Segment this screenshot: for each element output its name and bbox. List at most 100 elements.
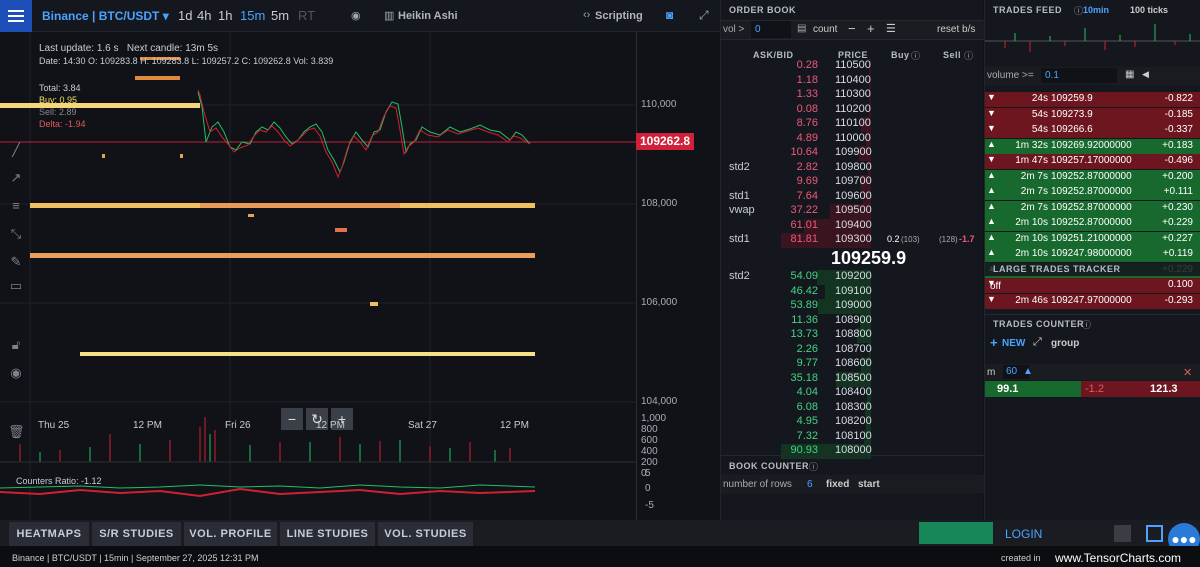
- bid-row[interactable]: 53.89 109000: [721, 299, 984, 314]
- ruler-icon[interactable]: ▭: [8, 278, 24, 294]
- bars-icon: ▤: [797, 23, 807, 34]
- chart-canvas: [0, 32, 636, 520]
- rows-input[interactable]: 6: [807, 479, 813, 490]
- trade-qty: +0.229: [1162, 217, 1193, 228]
- trash-icon[interactable]: 🗑︎: [8, 424, 25, 440]
- eye-icon[interactable]: ◉: [351, 9, 361, 22]
- tab-vol-profile[interactable]: VOL. PROFILE: [184, 522, 277, 546]
- bid-row[interactable]: 4.04 108400: [721, 386, 984, 401]
- ask-row[interactable]: 4.89 110000: [721, 131, 984, 147]
- ask-price: 110000: [835, 131, 871, 144]
- bid-row[interactable]: 11.36 108900: [721, 313, 984, 329]
- ask-row[interactable]: 8.76 110100: [721, 117, 984, 132]
- ask-row[interactable]: std2 2.82 109800: [721, 160, 984, 176]
- trade-row: ▼ 1m 47s 109257.17000000 -0.496: [985, 154, 1200, 169]
- ask-row[interactable]: 61.01 109400: [721, 218, 984, 234]
- menu-icon[interactable]: [0, 0, 32, 32]
- bid-row[interactable]: 2.26 108700: [721, 342, 984, 358]
- bid-row[interactable]: 4.95 108200: [721, 415, 984, 430]
- ask-price: 109700: [835, 175, 872, 187]
- bid-row[interactable]: 13.73 108800: [721, 328, 984, 343]
- ask-row[interactable]: vwap 37.22 109500: [721, 204, 984, 219]
- trade-price: 109257.17000000: [1051, 155, 1132, 166]
- tab-100ticks[interactable]: 100 ticks: [1130, 5, 1168, 15]
- ask-row[interactable]: 1.33 110300: [721, 88, 984, 103]
- arrow-down-icon: ▼: [987, 294, 996, 304]
- bid-row[interactable]: 46.42 109100: [721, 284, 984, 300]
- trade-qty: +0.111: [1163, 186, 1193, 197]
- bid-row[interactable]: 35.18 108500: [721, 371, 984, 387]
- ask-row[interactable]: 0.28 110500: [721, 59, 984, 74]
- eye-icon[interactable]: ◉: [8, 365, 24, 381]
- symbol-selector[interactable]: Binance | BTC/USDT ▾: [42, 9, 169, 23]
- count-toggle[interactable]: count: [813, 24, 837, 35]
- tab-line-studies[interactable]: LINE STUDIES: [280, 522, 375, 546]
- lock-icon[interactable]: 🔓︎: [8, 337, 24, 353]
- reset-bs-button[interactable]: reset b/s: [937, 24, 975, 35]
- price-axis[interactable]: 110,000 108,000 106,000 104,000 1,000 80…: [636, 32, 720, 520]
- bid-price: 108100: [835, 429, 872, 442]
- ask-row[interactable]: 1.18 110400: [721, 73, 984, 89]
- large-trades-off[interactable]: off: [990, 281, 1001, 292]
- timeframe-1d[interactable]: 1d: [178, 8, 192, 23]
- bid-row[interactable]: 9.77 108600: [721, 357, 984, 372]
- theme-toggle[interactable]: [1114, 525, 1131, 542]
- group-toggle[interactable]: group: [1051, 338, 1079, 349]
- price-chart[interactable]: Last update: 1.6 s Next candle: 13m 5s D…: [0, 32, 636, 520]
- scripting-button[interactable]: Scripting: [595, 10, 643, 22]
- ask-row[interactable]: 0.08 110200: [721, 102, 984, 118]
- timeframe-15m[interactable]: 15m: [240, 8, 265, 23]
- close-icon[interactable]: ✕: [1183, 366, 1192, 379]
- volume-filter-input[interactable]: 0.1: [1041, 68, 1117, 83]
- fixed-toggle[interactable]: fixed: [826, 479, 849, 490]
- caret-left-icon[interactable]: ◀: [1142, 69, 1149, 80]
- ask-row[interactable]: 10.64 109900: [721, 146, 984, 161]
- bid-qty: 46.42: [790, 284, 818, 297]
- minus-icon[interactable]: −: [848, 21, 856, 36]
- timeframe-5m[interactable]: 5m: [271, 8, 289, 23]
- zoom-out-button[interactable]: −: [281, 408, 303, 430]
- camera-icon[interactable]: ◙: [666, 8, 673, 22]
- tab-vol-studies[interactable]: VOL. STUDIES: [378, 522, 473, 546]
- info-icon: ⓘ: [1074, 6, 1084, 16]
- fib-tool-icon[interactable]: ⤡: [8, 226, 24, 242]
- register-button[interactable]: [919, 522, 993, 544]
- hlines-tool-icon[interactable]: ≡: [8, 198, 24, 214]
- expand-icon[interactable]: ⤢: [1033, 336, 1042, 349]
- line-tool-icon[interactable]: ╱: [8, 142, 24, 158]
- trade-row: ▲ 2m 10s 109247.98000000 +0.119: [985, 247, 1200, 262]
- tab-10min[interactable]: 10min: [1083, 5, 1109, 15]
- bid-row[interactable]: std2 54.09 109200: [721, 270, 984, 285]
- ask-row[interactable]: 9.69 109700: [721, 175, 984, 190]
- timeframe-rt[interactable]: RT: [298, 8, 315, 23]
- start-button[interactable]: start: [858, 479, 880, 490]
- timeframe-1h[interactable]: 1h: [218, 8, 232, 23]
- calculator-icon[interactable]: ▦: [1125, 69, 1134, 80]
- ask-qty: 10.64: [790, 146, 818, 158]
- sell-stat: Sell: 2.89: [39, 107, 77, 117]
- bid-row[interactable]: 6.08 108300: [721, 400, 984, 416]
- ask-row[interactable]: std1 81.81 109300 0.2 (103) (128) -1.7: [721, 233, 984, 248]
- ask-row[interactable]: std1 7.64 109600: [721, 189, 984, 205]
- arrow-tool-icon[interactable]: ↗: [8, 170, 24, 186]
- vol-filter-input[interactable]: 0: [751, 21, 791, 38]
- tab-heatmaps[interactable]: HEATMAPS: [9, 522, 89, 546]
- tab-sr-studies[interactable]: S/R STUDIES: [92, 522, 181, 546]
- chart-type-button[interactable]: Heikin Ashi: [398, 10, 458, 22]
- new-counter-button[interactable]: NEW: [1002, 338, 1025, 349]
- layout-toggle[interactable]: [1146, 525, 1163, 542]
- trade-row: ▼ 0.100: [985, 278, 1200, 293]
- list-icon[interactable]: ☰: [886, 22, 896, 35]
- plus-icon[interactable]: +: [867, 21, 875, 36]
- expand-icon[interactable]: ⤢: [699, 8, 709, 23]
- price-candles: [197, 91, 531, 174]
- trade-qty: 0.100: [1167, 279, 1193, 290]
- bid-price: 108400: [835, 386, 872, 398]
- pen-tool-icon[interactable]: ✎: [8, 254, 24, 270]
- footer-brand-link[interactable]: www.TensorCharts.com: [1055, 551, 1181, 565]
- chart-icon[interactable]: ▲: [1023, 366, 1033, 377]
- login-link[interactable]: LOGIN: [1005, 527, 1042, 541]
- bid-row[interactable]: 7.32 108100: [721, 429, 984, 445]
- timeframe-4h[interactable]: 4h: [197, 8, 211, 23]
- ask-qty: 61.01: [790, 218, 818, 231]
